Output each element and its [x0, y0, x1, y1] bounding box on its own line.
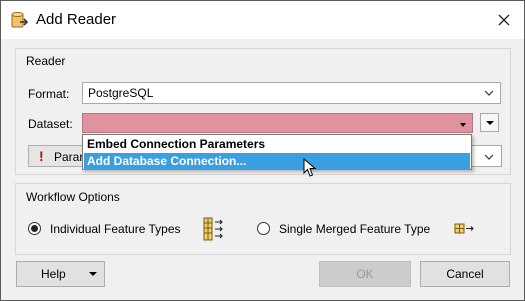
chevron-down-icon — [484, 90, 494, 96]
dataset-browse-button[interactable] — [480, 113, 499, 132]
merged-feature-type-icon — [454, 223, 474, 234]
help-button-label: Help — [41, 267, 66, 281]
feature-types-icon — [203, 217, 223, 241]
cancel-button-label: Cancel — [446, 267, 484, 281]
format-label: Format: — [28, 87, 70, 101]
dropdown-arrow-icon — [89, 272, 97, 276]
warning-icon: ! — [39, 148, 44, 164]
reader-group-title: Reader — [23, 54, 69, 68]
workflow-options-title: Workflow Options — [23, 190, 123, 204]
radio-button[interactable] — [257, 222, 270, 235]
help-button[interactable]: Help — [16, 261, 105, 287]
coordinate-system-select[interactable] — [468, 145, 502, 167]
dropdown-arrow-icon — [460, 123, 466, 127]
dropdown-option-add-database-connection[interactable]: Add Database Connection... — [84, 153, 470, 170]
radio-button[interactable] — [28, 222, 41, 235]
dropdown-arrow-icon — [486, 121, 494, 125]
format-select[interactable]: PostgreSQL — [82, 82, 501, 104]
dataset-label: Dataset: — [28, 117, 73, 131]
dataset-select[interactable] — [82, 113, 473, 133]
title-bar: Add Reader — [1, 1, 524, 39]
dialog-title: Add Reader — [36, 11, 117, 28]
dataset-dropdown-list: Embed Connection Parameters Add Database… — [82, 134, 472, 170]
radio-selected-dot — [31, 225, 38, 232]
single-merged-feature-type-label: Single Merged Feature Type — [279, 222, 431, 236]
dropdown-option-embed-connection[interactable]: Embed Connection Parameters — [84, 136, 470, 153]
mouse-cursor-icon — [303, 158, 317, 177]
ok-button-label: OK — [356, 267, 374, 281]
close-icon[interactable] — [494, 10, 514, 30]
cancel-button[interactable]: Cancel — [420, 261, 510, 287]
parameters-button-label: Parar — [54, 150, 84, 164]
individual-feature-types-label: Individual Feature Types — [50, 222, 181, 236]
format-value: PostgreSQL — [88, 86, 154, 100]
chevron-down-icon — [484, 154, 494, 160]
reader-icon — [11, 12, 28, 28]
ok-button[interactable]: OK — [319, 261, 411, 287]
add-reader-dialog: Add Reader Reader Format: PostgreSQL Dat… — [0, 0, 525, 301]
